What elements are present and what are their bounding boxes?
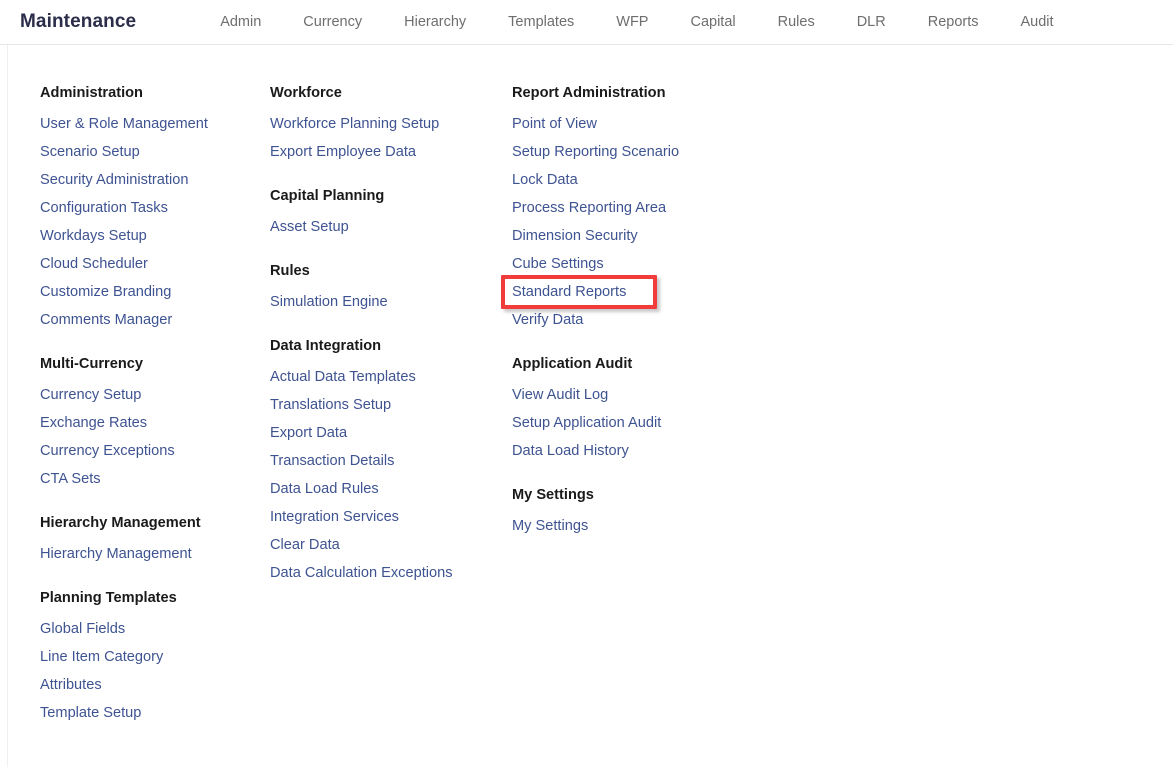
menu-group-application-audit: Application Audit View Audit Log Setup App… bbox=[512, 356, 772, 465]
menu-link-data-load-history[interactable]: Data Load History bbox=[512, 437, 629, 465]
menu-link-dimension-security[interactable]: Dimension Security bbox=[512, 222, 638, 250]
menu-link-integration-services[interactable]: Integration Services bbox=[270, 503, 399, 531]
menu-group-capital-planning: Capital Planning Asset Setup bbox=[270, 188, 512, 241]
menu-link-comments-manager[interactable]: Comments Manager bbox=[40, 306, 172, 334]
menu-link-global-fields[interactable]: Global Fields bbox=[40, 615, 125, 643]
menu-link-configuration-tasks[interactable]: Configuration Tasks bbox=[40, 194, 168, 222]
menu-group-hierarchy-management: Hierarchy Management Hierarchy Management bbox=[40, 515, 270, 568]
menu-link-exchange-rates[interactable]: Exchange Rates bbox=[40, 409, 147, 437]
menu-link-setup-application-audit[interactable]: Setup Application Audit bbox=[512, 409, 661, 437]
nav-item-rules[interactable]: Rules bbox=[757, 14, 836, 30]
nav-item-wfp[interactable]: WFP bbox=[595, 14, 669, 30]
page-title: Maintenance bbox=[20, 11, 137, 32]
menu-link-customize-branding[interactable]: Customize Branding bbox=[40, 278, 171, 306]
menu-link-workdays-setup[interactable]: Workdays Setup bbox=[40, 222, 147, 250]
menu-link-data-calculation-exceptions[interactable]: Data Calculation Exceptions bbox=[270, 559, 453, 587]
menu-link-workforce-planning-setup[interactable]: Workforce Planning Setup bbox=[270, 110, 439, 138]
menu-link-setup-reporting-scenario[interactable]: Setup Reporting Scenario bbox=[512, 138, 679, 166]
menu-link-lock-data[interactable]: Lock Data bbox=[512, 166, 578, 194]
menu-link-security-administration[interactable]: Security Administration bbox=[40, 166, 188, 194]
menu-group-my-settings: My Settings My Settings bbox=[512, 487, 772, 540]
menu-link-transaction-details[interactable]: Transaction Details bbox=[270, 447, 394, 475]
menu-link-view-audit-log[interactable]: View Audit Log bbox=[512, 381, 608, 409]
menu-link-user-role-management[interactable]: User & Role Management bbox=[40, 110, 208, 138]
nav-item-reports[interactable]: Reports bbox=[907, 14, 1000, 30]
menu-link-process-reporting-area[interactable]: Process Reporting Area bbox=[512, 194, 666, 222]
nav-item-admin[interactable]: Admin bbox=[199, 14, 282, 30]
column-2: Workforce Workforce Planning Setup Export … bbox=[270, 85, 512, 587]
group-heading: Report Administration bbox=[512, 85, 666, 101]
menu-link-currency-setup[interactable]: Currency Setup bbox=[40, 381, 141, 409]
column-1: Administration User & Role Management Scen… bbox=[40, 85, 270, 727]
menu-link-my-settings[interactable]: My Settings bbox=[512, 512, 588, 540]
nav-item-dlr[interactable]: DLR bbox=[836, 14, 907, 30]
menu-link-currency-exceptions[interactable]: Currency Exceptions bbox=[40, 437, 175, 465]
menu-link-hierarchy-management[interactable]: Hierarchy Management bbox=[40, 540, 192, 568]
menu-link-standard-reports[interactable]: Standard Reports bbox=[512, 278, 626, 306]
group-heading: Data Integration bbox=[270, 338, 382, 354]
group-heading: Administration bbox=[40, 85, 143, 101]
menu-link-translations-setup[interactable]: Translations Setup bbox=[270, 391, 391, 419]
menu-link-data-load-rules[interactable]: Data Load Rules bbox=[270, 475, 379, 503]
group-heading: Application Audit bbox=[512, 356, 633, 372]
menu-link-export-employee-data[interactable]: Export Employee Data bbox=[270, 138, 416, 166]
column-3: Report Administration Point of View Setup … bbox=[512, 85, 772, 540]
menu-link-attributes[interactable]: Attributes bbox=[40, 671, 102, 699]
menu-link-actual-data-templates[interactable]: Actual Data Templates bbox=[270, 363, 416, 391]
menu-link-export-data[interactable]: Export Data bbox=[270, 419, 347, 447]
menu-group-administration: Administration User & Role Management Scen… bbox=[40, 85, 270, 334]
group-heading: Hierarchy Management bbox=[40, 515, 201, 531]
top-header: Maintenance Admin Currency Hierarchy Templa… bbox=[0, 0, 1173, 45]
nav-item-templates[interactable]: Templates bbox=[487, 14, 595, 30]
main-navigation: Admin Currency Hierarchy Templates WFP Capita… bbox=[199, 14, 1074, 30]
group-heading: Capital Planning bbox=[270, 188, 385, 204]
menu-link-verify-data[interactable]: Verify Data bbox=[512, 306, 583, 334]
maintenance-menu-content: Administration User & Role Management Scen… bbox=[0, 45, 1173, 727]
group-heading: Planning Templates bbox=[40, 590, 177, 606]
menu-group-rules: Rules Simulation Engine bbox=[270, 263, 512, 316]
menu-link-cloud-scheduler[interactable]: Cloud Scheduler bbox=[40, 250, 148, 278]
menu-link-cube-settings[interactable]: Cube Settings bbox=[512, 250, 604, 278]
menu-link-template-setup[interactable]: Template Setup bbox=[40, 699, 141, 727]
group-heading: Rules bbox=[270, 263, 310, 279]
maintenance-page: Maintenance Admin Currency Hierarchy Templa… bbox=[0, 0, 1173, 767]
nav-item-currency[interactable]: Currency bbox=[282, 14, 383, 30]
group-heading: Multi-Currency bbox=[40, 356, 143, 372]
menu-link-scenario-setup[interactable]: Scenario Setup bbox=[40, 138, 140, 166]
menu-link-simulation-engine[interactable]: Simulation Engine bbox=[270, 288, 388, 316]
menu-group-planning-templates: Planning Templates Global Fields Line Item… bbox=[40, 590, 270, 727]
group-heading: My Settings bbox=[512, 487, 594, 503]
nav-item-capital[interactable]: Capital bbox=[669, 14, 756, 30]
menu-link-point-of-view[interactable]: Point of View bbox=[512, 110, 597, 138]
group-heading: Workforce bbox=[270, 85, 342, 101]
nav-item-audit[interactable]: Audit bbox=[1000, 14, 1075, 30]
menu-link-cta-sets[interactable]: CTA Sets bbox=[40, 465, 101, 493]
nav-item-hierarchy[interactable]: Hierarchy bbox=[383, 14, 487, 30]
menu-group-report-administration: Report Administration Point of View Setup … bbox=[512, 85, 772, 334]
menu-group-workforce: Workforce Workforce Planning Setup Export … bbox=[270, 85, 512, 166]
menu-group-multi-currency: Multi-Currency Currency Setup Exchange Rat… bbox=[40, 356, 270, 493]
menu-link-line-item-category[interactable]: Line Item Category bbox=[40, 643, 163, 671]
menu-link-clear-data[interactable]: Clear Data bbox=[270, 531, 340, 559]
menu-group-data-integration: Data Integration Actual Data Templates Tra… bbox=[270, 338, 512, 587]
menu-link-asset-setup[interactable]: Asset Setup bbox=[270, 213, 349, 241]
